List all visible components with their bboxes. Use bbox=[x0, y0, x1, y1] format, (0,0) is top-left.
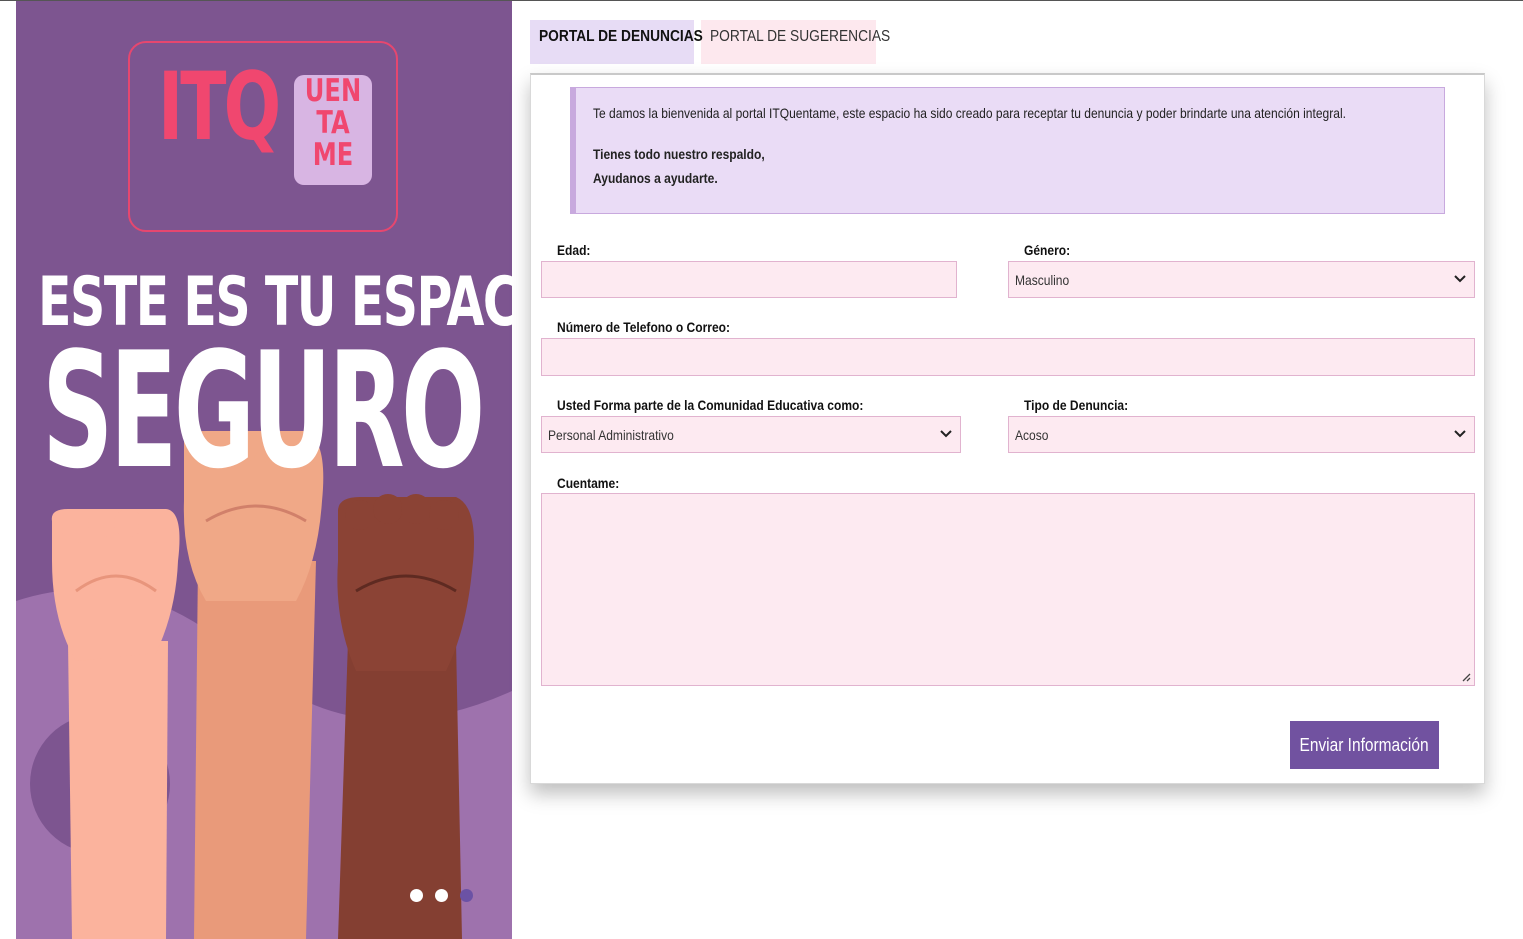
welcome-help: Ayudanos a ayudarte. bbox=[593, 170, 718, 186]
chevron-down-icon bbox=[940, 430, 952, 438]
edad-input[interactable] bbox=[541, 261, 957, 298]
carousel-dot-1[interactable] bbox=[410, 889, 423, 902]
comunidad-label: Usted Forma parte de la Comunidad Educat… bbox=[557, 397, 864, 413]
carousel-dot-3-active[interactable] bbox=[460, 889, 473, 902]
hero-banner-carousel: ITQ UEN TA ME ESTE ES TU ESPACIO SEGURO bbox=[16, 1, 512, 939]
banner-headline-line2: SEGURO bbox=[42, 317, 485, 504]
tab-label: PORTAL DE SUGERENCIAS bbox=[710, 28, 891, 45]
portal-tabs: PORTAL DE DENUNCIAS PORTAL DE SUGERENCIA… bbox=[530, 20, 890, 64]
resize-handle-icon[interactable] bbox=[1461, 672, 1471, 682]
enviar-informacion-button[interactable]: Enviar Información bbox=[1290, 721, 1439, 769]
welcome-support: Tienes todo nuestro respaldo, bbox=[593, 146, 765, 162]
carousel-indicators bbox=[410, 889, 473, 902]
comunidad-value: Personal Administrativo bbox=[548, 427, 674, 443]
genero-label: Género: bbox=[1024, 242, 1071, 258]
contacto-label: Número de Telefono o Correo: bbox=[557, 319, 731, 335]
submit-label: Enviar Información bbox=[1299, 734, 1430, 755]
logo-bubble-line: UEN bbox=[304, 73, 362, 109]
comunidad-select[interactable]: Personal Administrativo bbox=[541, 416, 961, 453]
tab-portal-denuncias[interactable]: PORTAL DE DENUNCIAS bbox=[530, 20, 703, 64]
contacto-input[interactable] bbox=[541, 338, 1475, 376]
chevron-down-icon bbox=[1454, 430, 1466, 438]
cuentame-label: Cuentame: bbox=[557, 475, 620, 491]
tipo-denuncia-select[interactable]: Acoso bbox=[1008, 416, 1475, 453]
tipo-denuncia-label: Tipo de Denuncia: bbox=[1024, 397, 1129, 413]
tab-portal-sugerencias[interactable]: PORTAL DE SUGERENCIAS bbox=[701, 20, 890, 64]
genero-value: Masculino bbox=[1015, 272, 1070, 288]
chevron-down-icon bbox=[1454, 275, 1466, 283]
logo-bubble-line: ME bbox=[312, 137, 354, 173]
carousel-dot-2[interactable] bbox=[435, 889, 448, 902]
logo-itq-text: ITQ bbox=[158, 53, 281, 162]
logo-speech-bubble: UEN TA ME bbox=[294, 75, 372, 185]
itquentame-logo: ITQ UEN TA ME bbox=[128, 41, 398, 232]
edad-label: Edad: bbox=[557, 242, 591, 258]
cuentame-textarea[interactable] bbox=[541, 493, 1475, 686]
welcome-message: Te damos la bienvenida al portal ITQuent… bbox=[570, 87, 1445, 214]
denuncia-form-card: Te damos la bienvenida al portal ITQuent… bbox=[530, 73, 1485, 784]
tipo-denuncia-value: Acoso bbox=[1015, 427, 1049, 443]
welcome-intro: Te damos la bienvenida al portal ITQuent… bbox=[593, 105, 1346, 121]
genero-select[interactable]: Masculino bbox=[1008, 261, 1475, 298]
tab-label: PORTAL DE DENUNCIAS bbox=[539, 28, 703, 45]
logo-bubble-line: TA bbox=[316, 105, 350, 141]
